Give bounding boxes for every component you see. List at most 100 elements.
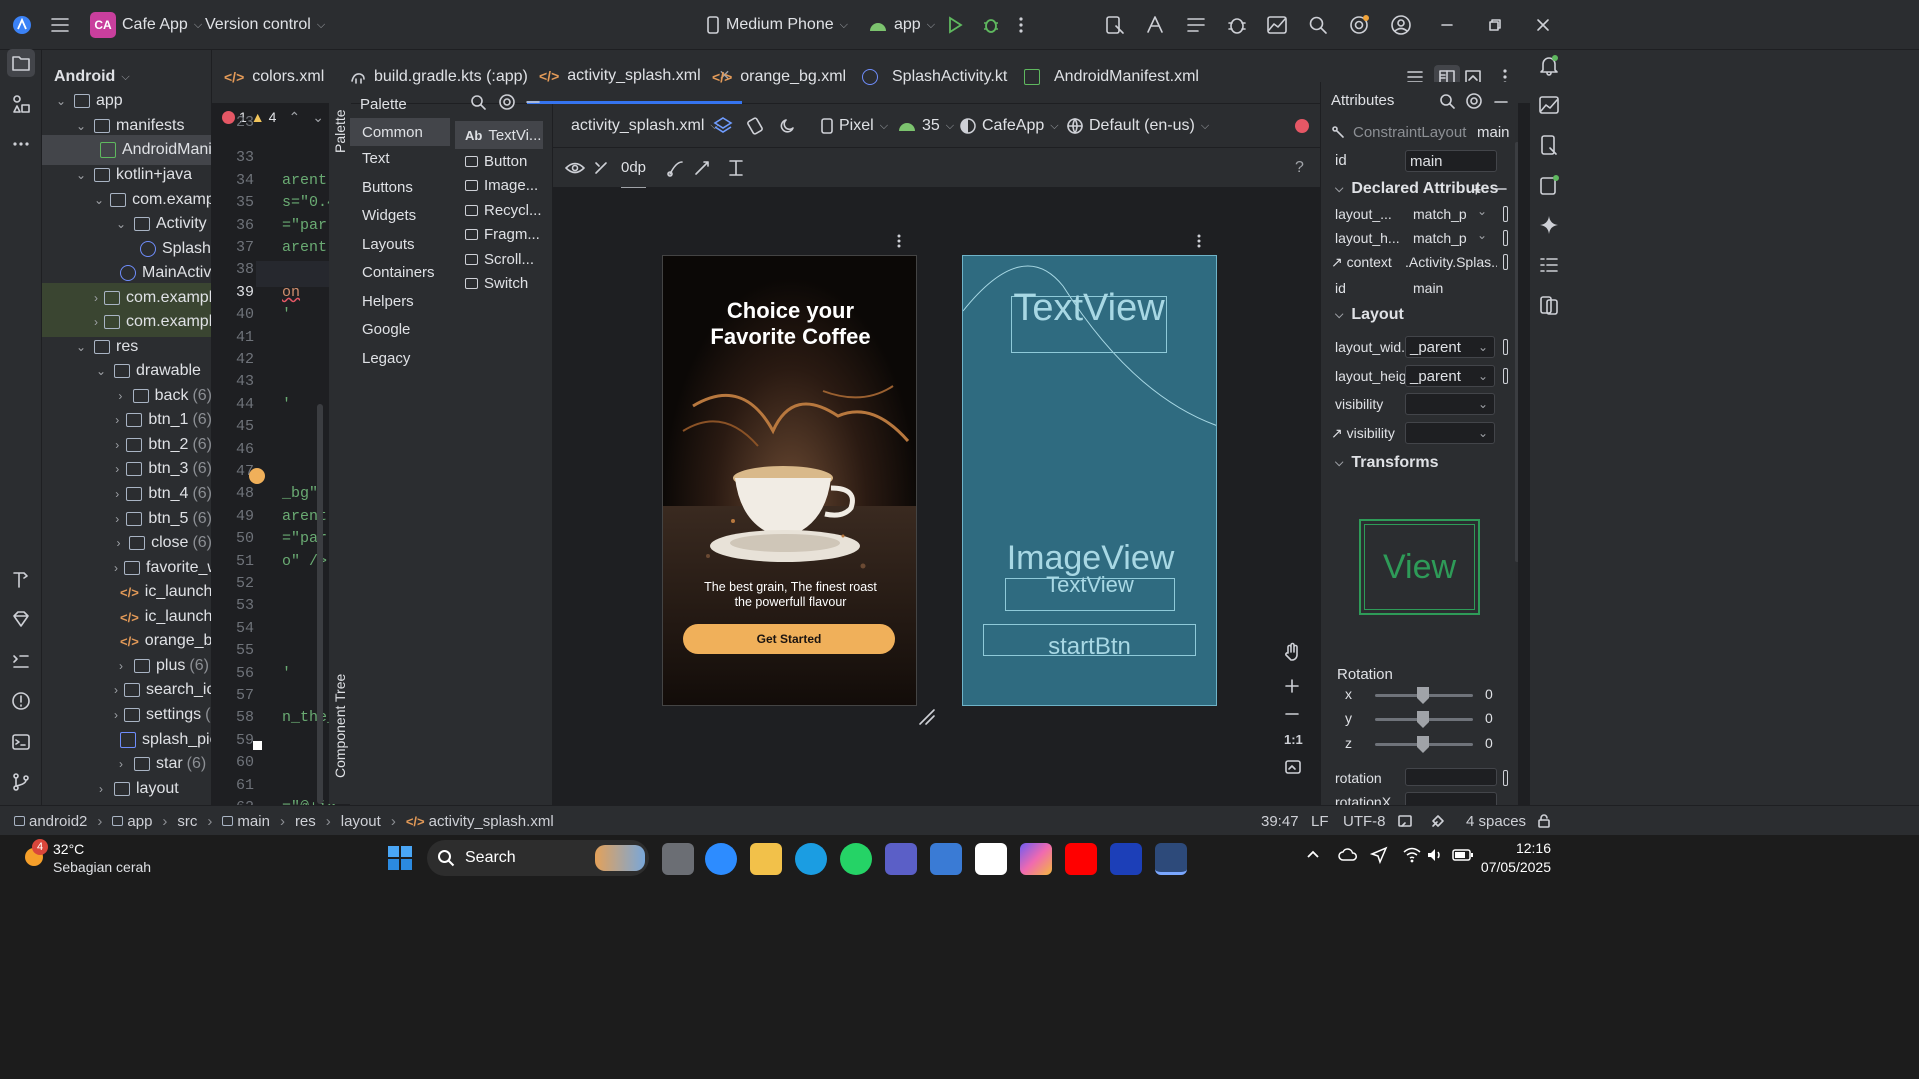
transforms-section-header[interactable]: ⌵ Transforms: [1335, 454, 1438, 472]
layout-attribute-value[interactable]: _parent ⌄: [1405, 365, 1495, 387]
rotation-slider-thumb[interactable]: [1417, 711, 1429, 728]
chevron-down-icon[interactable]: ⌄: [1477, 204, 1487, 218]
git-branch-icon[interactable]: [7, 768, 35, 796]
code-fragment[interactable]: ': [282, 306, 291, 323]
preview-options-icon[interactable]: [896, 233, 902, 249]
maximize-window-icon[interactable]: [1488, 0, 1502, 50]
taskbar-search[interactable]: Search: [427, 840, 649, 876]
code-fragment[interactable]: _bg": [282, 485, 318, 502]
app-inspection-icon[interactable]: [1266, 0, 1288, 50]
id-field[interactable]: main: [1405, 150, 1497, 172]
theme-menu[interactable]: CafeApp ⌵: [960, 104, 1059, 148]
indent-setting[interactable]: 4 spaces: [1466, 806, 1526, 836]
edge-browser-icon[interactable]: [795, 843, 827, 875]
zoom-in-icon[interactable]: [1284, 678, 1300, 694]
pen-app-icon[interactable]: [930, 843, 962, 875]
breadcrumb-item[interactable]: </> activity_splash.xml: [406, 813, 554, 830]
palette-category[interactable]: Google: [362, 321, 410, 338]
volume-icon[interactable]: [1426, 847, 1444, 863]
rotation-slider[interactable]: [1375, 711, 1473, 728]
night-mode-icon[interactable]: [779, 104, 797, 148]
search-icon[interactable]: [1439, 93, 1455, 109]
layout-attribute-value[interactable]: ⌄: [1405, 393, 1495, 415]
terminal-icon[interactable]: [7, 728, 35, 756]
android-studio-logo[interactable]: [12, 0, 32, 50]
color-swatch-icon[interactable]: [249, 468, 265, 484]
gear-icon[interactable]: [1465, 92, 1483, 110]
breadcrumb-item[interactable]: res: [295, 813, 316, 830]
layout-validation-icon[interactable]: [1538, 294, 1560, 316]
render-error-icon[interactable]: [1295, 104, 1309, 148]
line-separator[interactable]: LF: [1311, 806, 1329, 836]
minimize-panel-icon[interactable]: [1494, 100, 1508, 104]
declared-attribute-value[interactable]: main: [1413, 280, 1473, 296]
resource-picker-icon[interactable]: [1503, 368, 1508, 384]
profiler-icon[interactable]: [1226, 0, 1248, 50]
file-selector[interactable]: activity_splash.xml ⌵: [571, 104, 719, 148]
zoom-out-icon[interactable]: [1284, 706, 1300, 722]
chevron-down-icon[interactable]: ⌄: [74, 168, 88, 182]
weather-icon[interactable]: 4: [20, 839, 48, 871]
resource-picker-icon[interactable]: [1503, 254, 1508, 270]
attributes-scrollbar[interactable]: [1515, 142, 1518, 562]
android-studio-taskbar-icon[interactable]: [1155, 843, 1187, 875]
weather-desc[interactable]: Sebagian cerah: [53, 859, 151, 875]
palette-item[interactable]: Recycl...: [465, 202, 542, 219]
chevron-down-icon[interactable]: ⌄: [312, 109, 324, 126]
lock-icon[interactable]: [1536, 806, 1552, 836]
code-fragment[interactable]: ': [282, 396, 291, 413]
close-window-icon[interactable]: [1536, 0, 1550, 50]
chevron-right-icon[interactable]: ›: [114, 659, 128, 673]
scrollbar[interactable]: [317, 404, 323, 804]
chevron-down-icon[interactable]: ⌄: [74, 340, 88, 354]
rotation-field[interactable]: [1405, 768, 1497, 786]
rotation-slider[interactable]: [1375, 687, 1473, 704]
tab-splash-activity-kt[interactable]: SplashActivity.kt: [862, 50, 1007, 104]
project-selector[interactable]: CA Cafe App ⌵: [90, 0, 202, 50]
palette-category[interactable]: Widgets: [362, 207, 416, 224]
device-selector[interactable]: Medium Phone ⌵: [706, 0, 848, 50]
project-folder-icon[interactable]: [7, 49, 35, 77]
palette-item[interactable]: Ab TextVi...: [455, 121, 543, 149]
resource-picker-icon[interactable]: [1503, 206, 1508, 222]
resource-manager-icon[interactable]: [7, 90, 35, 118]
problems-icon[interactable]: [7, 687, 35, 715]
chevron-right-icon[interactable]: ›: [114, 389, 127, 403]
api-level-menu[interactable]: 35 ⌵: [898, 104, 954, 148]
design-preview[interactable]: Choice your Favorite Coffee The best gra…: [662, 255, 917, 706]
running-devices-icon[interactable]: [1538, 94, 1560, 116]
chevron-right-icon[interactable]: ›: [114, 683, 118, 697]
device-menu[interactable]: Pixel ⌵: [821, 104, 888, 148]
palette-category[interactable]: Common: [350, 118, 450, 146]
chevron-right-icon[interactable]: ›: [114, 413, 120, 427]
code-fragment[interactable]: on: [282, 284, 300, 301]
l-app-icon[interactable]: [1110, 843, 1142, 875]
palette-category[interactable]: Containers: [362, 264, 435, 281]
white-color-swatch-icon[interactable]: [253, 741, 262, 750]
windows-start-icon[interactable]: [388, 846, 412, 870]
chevron-down-icon[interactable]: ⌄: [94, 364, 108, 378]
chevron-right-icon[interactable]: ›: [94, 315, 98, 329]
get-started-button[interactable]: Get Started: [683, 624, 895, 654]
palette-side-tab[interactable]: Palette: [332, 109, 348, 153]
assistant-icon[interactable]: [1144, 0, 1166, 50]
gear-icon[interactable]: [498, 93, 516, 111]
palette-category[interactable]: Text: [362, 150, 390, 167]
chevron-up-icon[interactable]: ⌃: [288, 109, 300, 126]
blueprint-start-button[interactable]: startBtn: [983, 624, 1196, 660]
breadcrumb-item[interactable]: layout: [341, 813, 381, 830]
remove-attribute-icon[interactable]: [1493, 187, 1507, 191]
code-fragment[interactable]: arent": [282, 172, 336, 189]
resource-picker-icon[interactable]: [1503, 339, 1508, 355]
add-attribute-icon[interactable]: +: [1471, 180, 1482, 201]
copilot-icon[interactable]: [1020, 843, 1052, 875]
blueprint-textview-2[interactable]: TextView: [1005, 574, 1175, 611]
palette-item[interactable]: Switch: [465, 275, 528, 292]
code-fragment[interactable]: n_the_: [282, 709, 336, 726]
chevron-right-icon[interactable]: ›: [114, 708, 118, 722]
palette-item[interactable]: Fragm...: [465, 226, 540, 243]
device-manager-icon[interactable]: [1104, 0, 1126, 50]
code-fragment[interactable]: s="0.4: [282, 194, 336, 211]
palette-item[interactable]: Image...: [465, 177, 538, 194]
orientation-icon[interactable]: [745, 104, 765, 148]
